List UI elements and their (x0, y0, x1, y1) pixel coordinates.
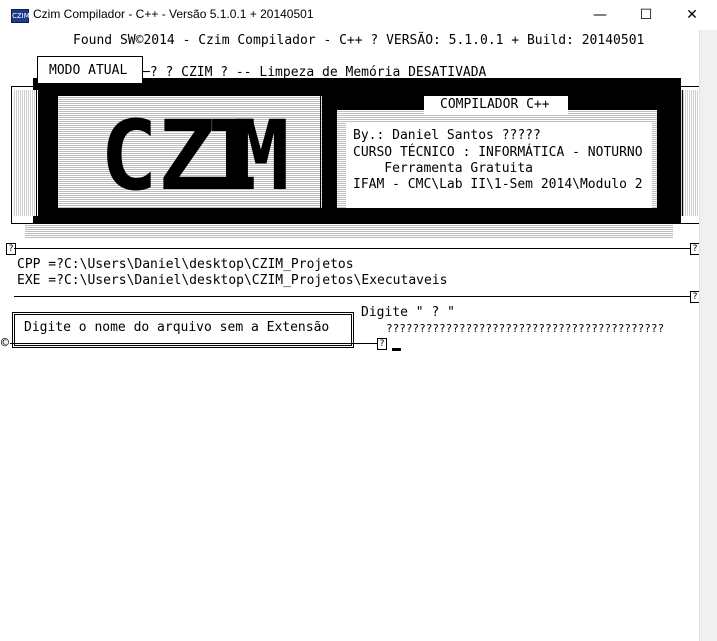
prompt-hint: Digite " ? " (361, 305, 455, 320)
prompt-instruction: Digite o nome do arquivo sem a Extensão (24, 320, 330, 335)
separator-top (14, 248, 691, 249)
prompt-corner-mark: ? (377, 338, 387, 350)
filename-input-mask[interactable]: ????????????????????????????????????????… (386, 321, 664, 337)
exe-path: EXE =?C:\Users\Daniel\desktop\CZIM_Proje… (17, 273, 448, 288)
vertical-scrollbar[interactable] (699, 30, 717, 641)
logo-letter-m: M (232, 100, 290, 212)
text-cursor (392, 348, 401, 351)
info-author: By.: Daniel Santos ????? (353, 128, 541, 143)
logo-letter-c: C (100, 100, 158, 212)
app-icon[interactable]: CZIM (11, 9, 30, 23)
window-title: Czim Compilador - C++ - Versão 5.1.0.1 +… (33, 7, 314, 21)
banner-stripe-right (680, 90, 701, 216)
mode-status: ─? ? CZIM ? -- Limpeza de Memória DESATI… (142, 65, 487, 80)
title-bar: CZIM Czim Compilador - C++ - Versão 5.1.… (0, 0, 717, 31)
minimize-button[interactable]: — (577, 0, 623, 30)
info-free-tool: Ferramenta Gratuita (353, 161, 534, 176)
mode-label: MODO ATUAL (49, 63, 128, 78)
info-institution: IFAM - CMC\Lab II\1-Sem 2014\Modulo 2 (353, 177, 643, 192)
separator-top-left-mark: ? (6, 243, 16, 255)
banner-stripe-left (14, 90, 39, 216)
console-area[interactable]: Found SW©2014 - Czim Compilador - C++ ? … (0, 30, 717, 641)
banner-shadow (25, 224, 673, 238)
mode-box: MODO ATUAL (37, 56, 143, 84)
compiler-tab: COMPILADOR C++ (424, 96, 568, 114)
cpp-path: CPP =?C:\Users\Daniel\desktop\CZIM_Proje… (17, 257, 354, 272)
copyright-mark: © (1, 336, 9, 351)
maximize-button[interactable]: ☐ (623, 0, 669, 30)
prompt-underline (10, 343, 378, 344)
compiler-tab-label: COMPILADOR C++ (440, 97, 550, 112)
info-course: CURSO TÉCNICO : INFORMÁTICA - NOTURNO (353, 145, 643, 160)
separator-bottom (14, 296, 691, 297)
found-line: Found SW©2014 - Czim Compilador - C++ ? … (73, 33, 645, 48)
close-button[interactable]: ✕ (669, 0, 715, 30)
